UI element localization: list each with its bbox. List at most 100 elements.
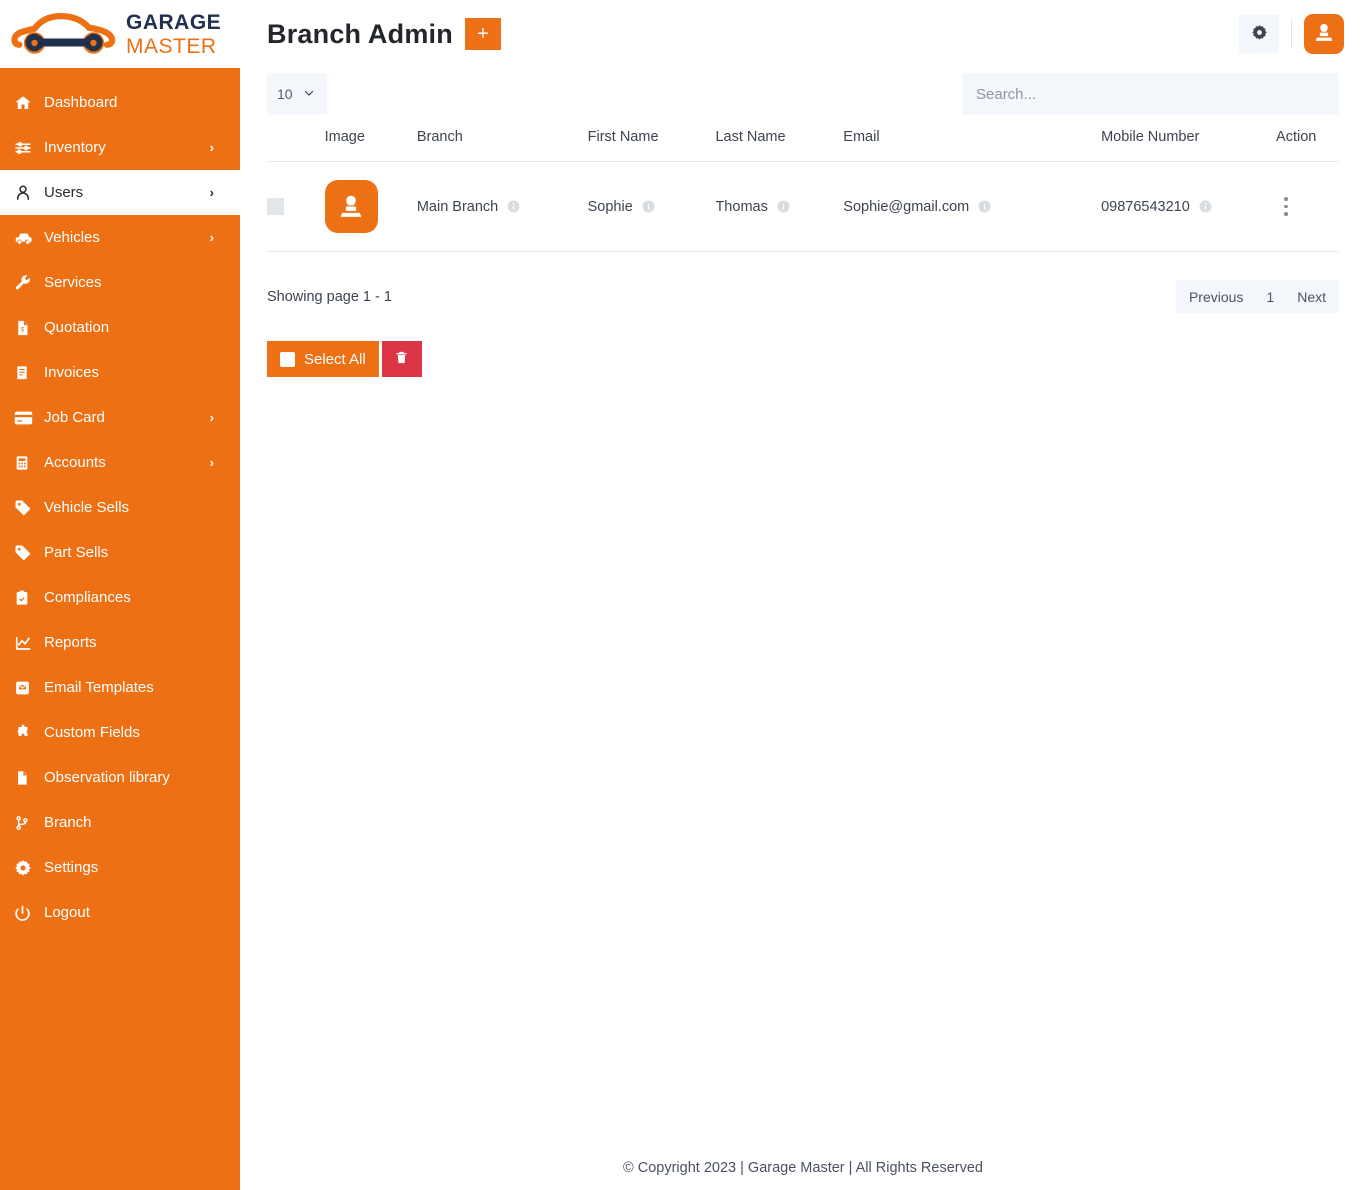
row-email-value: Sophie@gmail.com <box>843 199 969 215</box>
header-actions <box>1239 14 1344 54</box>
add-branch-admin-button[interactable]: + <box>465 18 501 50</box>
table-head: Image Branch First Name Last Name Email … <box>267 129 1339 162</box>
chart-line-icon <box>14 634 40 652</box>
select-all-button[interactable]: Select All <box>267 341 379 377</box>
chevron-right-icon: › <box>210 231 214 244</box>
git-branch-icon <box>14 814 40 832</box>
page-size-value: 10 <box>277 86 293 102</box>
table-toolbar: 10 <box>267 73 1339 115</box>
user-avatar-button[interactable] <box>1304 14 1344 54</box>
sidebar-item-dashboard[interactable]: Dashboard <box>0 80 240 125</box>
sidebar-item-branch[interactable]: Branch <box>0 800 240 845</box>
delete-selected-button[interactable] <box>382 341 422 377</box>
trash-icon <box>394 350 409 368</box>
pagination-previous-button[interactable]: Previous <box>1176 280 1256 313</box>
sidebar-item-label: Reports <box>44 634 97 651</box>
showing-page-text: Showing page 1 - 1 <box>267 289 392 305</box>
pagination-next-button[interactable]: Next <box>1284 280 1339 313</box>
kebab-menu-icon[interactable] <box>1276 197 1296 216</box>
chevron-right-icon: › <box>210 411 214 424</box>
sidebar-item-vehicles[interactable]: Vehicles › <box>0 215 240 260</box>
select-all-checkbox[interactable] <box>280 352 295 367</box>
row-first-name-cell: Sophie <box>588 162 716 252</box>
settings-button[interactable] <box>1239 15 1279 53</box>
table-header-mobile: Mobile Number <box>1101 129 1276 162</box>
tag-icon <box>14 499 40 517</box>
info-icon[interactable] <box>1199 200 1212 213</box>
info-icon[interactable] <box>978 200 991 213</box>
brand-name-line1: GARAGE <box>126 12 221 33</box>
copyright-text: © Copyright 2023 | Garage Master | All R… <box>623 1160 983 1176</box>
sidebar-item-label: Accounts <box>44 454 106 471</box>
sidebar-item-label: Observation library <box>44 769 170 786</box>
sidebar-item-label: Users <box>44 184 83 201</box>
row-branch-cell: Main Branch <box>417 162 588 252</box>
page-title: Branch Admin <box>267 19 453 50</box>
row-last-name-cell: Thomas <box>715 162 843 252</box>
sidebar-item-logout[interactable]: Logout <box>0 890 240 935</box>
sidebar-item-part-sells[interactable]: Part Sells <box>0 530 240 575</box>
sidebar-item-custom-fields[interactable]: Custom Fields <box>0 710 240 755</box>
sidebar-item-email-templates[interactable]: Email Templates <box>0 665 240 710</box>
sidebar-item-label: Logout <box>44 904 90 921</box>
sidebar-item-label: Email Templates <box>44 679 154 696</box>
bulk-actions: Select All <box>267 341 1339 377</box>
car-wrench-logo-icon <box>10 9 118 59</box>
header-divider <box>1291 19 1292 49</box>
receipt-icon <box>14 364 40 382</box>
table-header-image: Image <box>325 129 417 162</box>
sliders-icon <box>14 139 40 157</box>
sidebar-item-label: Inventory <box>44 139 106 156</box>
power-icon <box>14 904 40 922</box>
table-row: Main Branch Sophie Thomas <box>267 162 1339 252</box>
content-area: 10 Image Branch First Name Last Name Em <box>240 73 1366 377</box>
top-header: Branch Admin + <box>240 0 1366 68</box>
sidebar-item-compliances[interactable]: Compliances <box>0 575 240 620</box>
pagination-page-1-button[interactable]: 1 <box>1256 280 1284 313</box>
search-input[interactable] <box>962 73 1339 115</box>
sidebar-item-job-card[interactable]: Job Card › <box>0 395 240 440</box>
sidebar-item-label: Vehicle Sells <box>44 499 129 516</box>
gear-icon <box>1251 24 1268 44</box>
sidebar-item-users[interactable]: Users › <box>0 170 240 215</box>
table-header-row: Image Branch First Name Last Name Email … <box>267 129 1339 162</box>
chevron-down-icon <box>303 86 315 102</box>
sidebar-item-settings[interactable]: Settings <box>0 845 240 890</box>
sidebar-item-label: Compliances <box>44 589 131 606</box>
row-mobile-value: 09876543210 <box>1101 199 1190 215</box>
sidebar-item-label: Branch <box>44 814 92 831</box>
home-icon <box>14 94 40 112</box>
car-icon <box>14 229 40 247</box>
document-icon <box>14 769 40 787</box>
sidebar-item-label: Dashboard <box>44 94 117 111</box>
file-dollar-icon: $ <box>14 319 40 337</box>
sidebar-item-vehicle-sells[interactable]: Vehicle Sells <box>0 485 240 530</box>
sidebar-item-accounts[interactable]: Accounts › <box>0 440 240 485</box>
admin-avatar-icon <box>1312 21 1336 48</box>
main-area: Branch Admin + <box>240 0 1366 1190</box>
sidebar: GARAGE MASTER Dashboard Inventory › <box>0 0 240 1190</box>
info-icon[interactable] <box>642 200 655 213</box>
row-last-name-value: Thomas <box>715 199 767 215</box>
svg-text:$: $ <box>21 326 25 333</box>
sidebar-item-inventory[interactable]: Inventory › <box>0 125 240 170</box>
row-checkbox[interactable] <box>267 198 284 215</box>
wrench-icon <box>14 274 40 292</box>
pagination-controls: Previous 1 Next <box>1176 280 1339 313</box>
sidebar-item-observation-library[interactable]: Observation library <box>0 755 240 800</box>
sidebar-item-services[interactable]: Services <box>0 260 240 305</box>
brand-logo-area[interactable]: GARAGE MASTER <box>0 0 240 68</box>
sidebar-item-quotation[interactable]: $ Quotation <box>0 305 240 350</box>
table-header-last-name: Last Name <box>715 129 843 162</box>
sidebar-item-reports[interactable]: Reports <box>0 620 240 665</box>
mail-box-icon <box>14 679 40 697</box>
puzzle-icon <box>14 724 40 742</box>
branch-admin-table: Image Branch First Name Last Name Email … <box>267 129 1339 252</box>
table-header-action: Action <box>1276 129 1339 162</box>
info-icon[interactable] <box>507 200 520 213</box>
page-size-select[interactable]: 10 <box>267 73 327 115</box>
sidebar-item-invoices[interactable]: Invoices <box>0 350 240 395</box>
sidebar-item-label: Quotation <box>44 319 109 336</box>
info-icon[interactable] <box>777 200 790 213</box>
chevron-right-icon: › <box>210 456 214 469</box>
